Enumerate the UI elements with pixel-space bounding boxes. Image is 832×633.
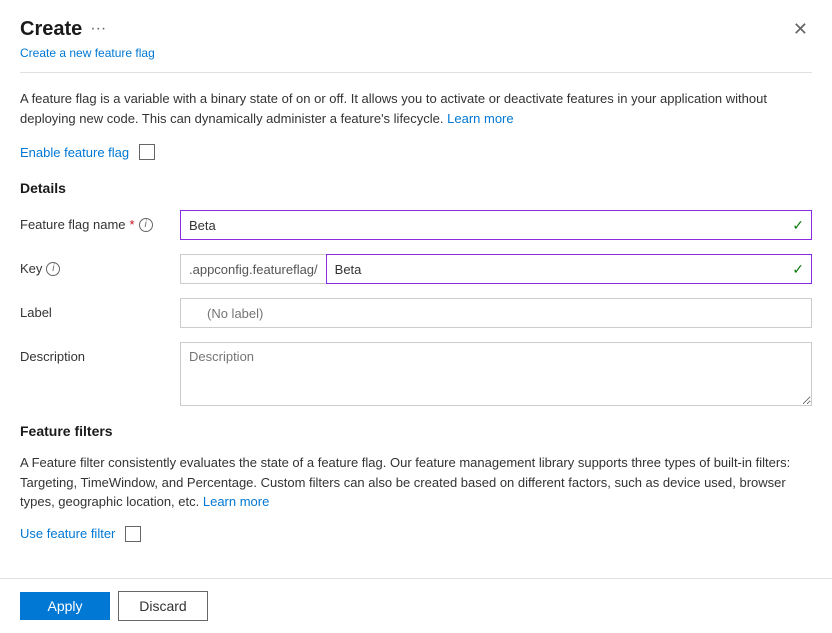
apply-button[interactable]: Apply	[20, 592, 110, 620]
panel-footer: Apply Discard	[0, 578, 832, 633]
panel-subtitle[interactable]: Create a new feature flag	[0, 46, 832, 72]
enable-feature-label: Enable feature flag	[20, 145, 129, 160]
description-textarea[interactable]	[180, 342, 812, 406]
feature-flag-name-wrapper: ✓	[180, 210, 812, 240]
key-group: Key i .appconfig.featureflag/ ✓	[20, 254, 812, 284]
feature-filters-title: Feature filters	[20, 423, 812, 439]
required-star: *	[130, 217, 135, 232]
label-label: Label	[20, 298, 180, 320]
use-feature-filter-label: Use feature filter	[20, 526, 115, 541]
description-group: Description	[20, 342, 812, 409]
key-info-icon[interactable]: i	[46, 262, 60, 276]
key-input-wrapper: ✓	[326, 254, 812, 284]
description-label: Description	[20, 342, 180, 364]
close-button[interactable]: ✕	[789, 16, 812, 42]
feature-flag-name-input[interactable]	[180, 210, 812, 240]
label-group: Label 🔍	[20, 298, 812, 328]
title-row: Create ···	[20, 18, 106, 41]
filters-description: A Feature filter consistently evaluates …	[20, 453, 812, 512]
panel-header: Create ··· ✕	[0, 0, 832, 46]
feature-flag-name-label: Feature flag name * i	[20, 210, 180, 232]
key-label: Key i	[20, 254, 180, 276]
details-section-title: Details	[20, 180, 812, 196]
enable-feature-checkbox[interactable]	[139, 144, 155, 160]
intro-description: A feature flag is a variable with a bina…	[20, 89, 812, 128]
feature-flag-name-input-row: ✓	[180, 210, 812, 240]
enable-feature-row: Enable feature flag	[20, 144, 812, 160]
use-feature-filter-checkbox[interactable]	[125, 526, 141, 542]
feature-flag-name-info-icon[interactable]: i	[139, 218, 153, 232]
create-panel: Create ··· ✕ Create a new feature flag A…	[0, 0, 832, 633]
feature-flag-name-group: Feature flag name * i ✓	[20, 210, 812, 240]
ellipsis-button[interactable]: ···	[90, 20, 106, 38]
discard-button[interactable]: Discard	[118, 591, 208, 621]
key-prefix: .appconfig.featureflag/	[180, 254, 326, 284]
learn-more-link-2[interactable]: Learn more	[203, 494, 269, 509]
label-input[interactable]	[180, 298, 812, 328]
key-wrapper: .appconfig.featureflag/ ✓	[180, 254, 812, 284]
key-input-row: .appconfig.featureflag/ ✓	[180, 254, 812, 284]
panel-title: Create	[20, 18, 82, 41]
use-feature-filter-row: Use feature filter	[20, 526, 812, 542]
learn-more-link-1[interactable]: Learn more	[447, 111, 513, 126]
key-check-icon: ✓	[792, 261, 804, 278]
feature-filters-section: Feature filters A Feature filter consist…	[20, 423, 812, 542]
feature-flag-name-check-icon: ✓	[792, 217, 804, 234]
label-wrapper: 🔍	[180, 298, 812, 328]
panel-body: A feature flag is a variable with a bina…	[0, 73, 832, 578]
description-wrapper	[180, 342, 812, 409]
key-input[interactable]	[326, 254, 812, 284]
